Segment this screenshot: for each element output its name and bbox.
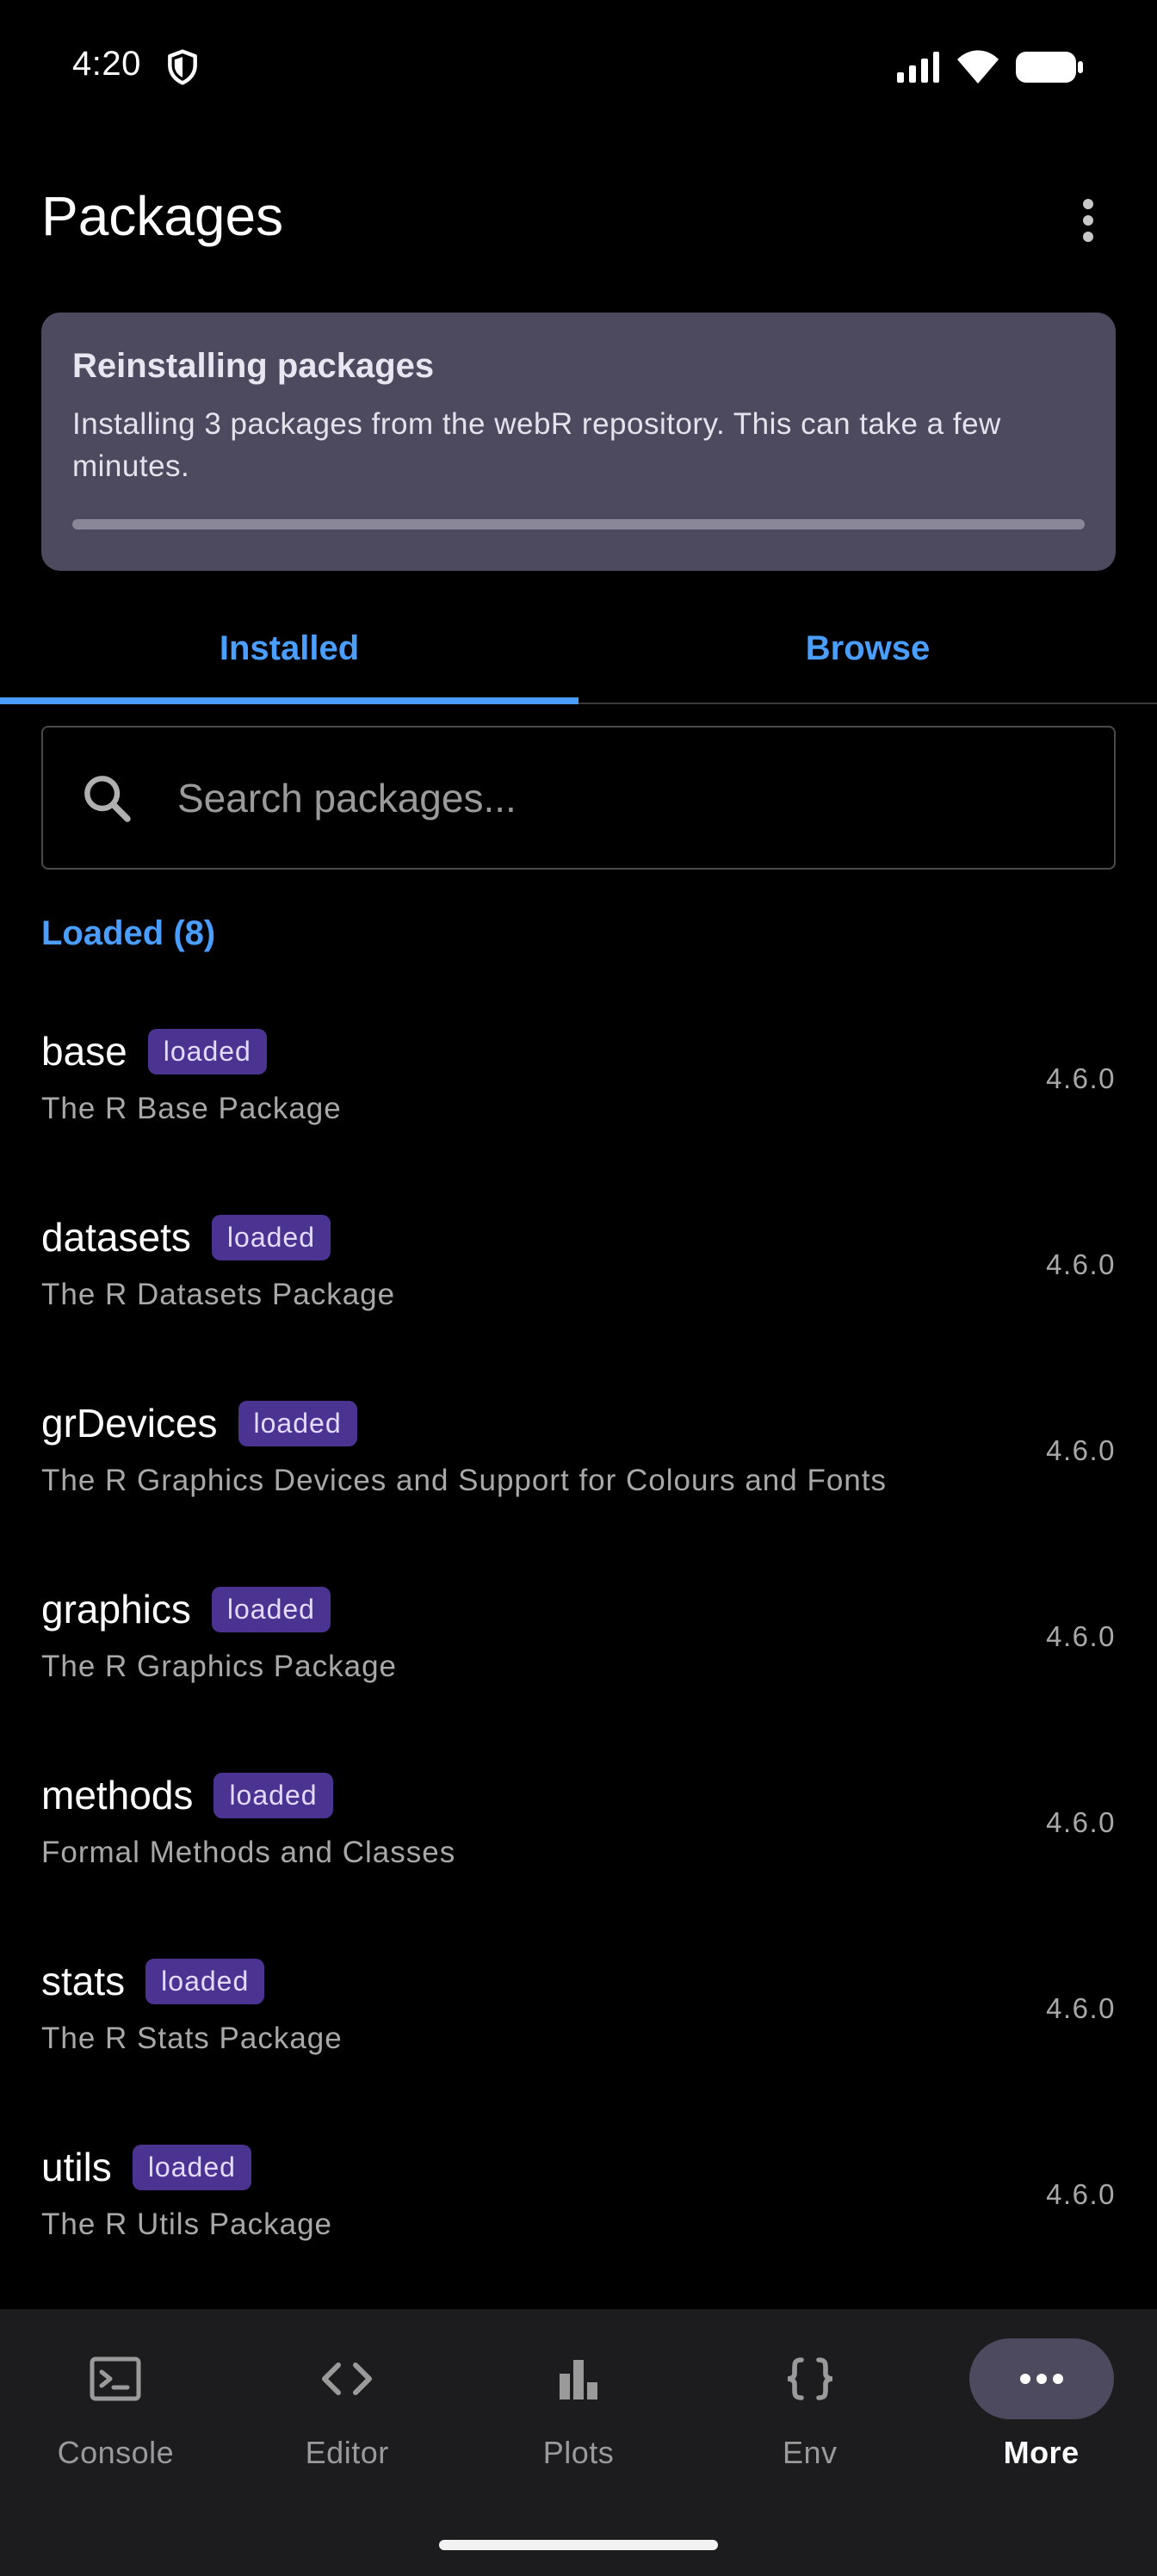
reinstall-progress-card: Reinstalling packages Installing 3 packa… [41,313,1116,571]
status-badge: loaded [211,1586,331,1632]
shield-icon [168,49,197,85]
package-row-base[interactable]: base loaded The R Base Package 4.6.0 [0,985,1157,1171]
package-description: The R Utils Package [41,2208,333,2241]
search-input[interactable] [177,728,1093,868]
card-title: Reinstalling packages [72,347,435,385]
package-name-line: stats loaded [41,1958,265,2004]
status-badge: loaded [213,1772,333,1818]
status-badge: loaded [132,2144,251,2190]
package-description: The R Graphics Package [41,1650,398,1683]
progress-fill [72,519,1085,529]
status-time: 4:20 [72,45,141,83]
tab-installed[interactable]: Installed [0,594,578,704]
status-badge: loaded [145,1958,265,2004]
package-name: stats [41,1959,126,2003]
progress-bar [72,519,1085,529]
search-icon [84,775,131,822]
package-name-line: grDevices loaded [41,1400,357,1446]
nav-label: More [1003,2435,1080,2470]
package-description: The R Base Package [41,1092,342,1125]
package-list: base loaded The R Base Package 4.6.0 dat… [0,985,1157,2287]
more-vertical-icon [1083,199,1093,242]
package-name-line: base loaded [41,1028,267,1074]
package-row-utils[interactable]: utils loaded The R Utils Package 4.6.0 [0,2101,1157,2287]
nav-label: Plots [542,2435,615,2470]
package-name: graphics [41,1587,191,1632]
signal-icon [897,52,939,83]
package-version: 4.6.0 [1046,1992,1116,2024]
page-title: Packages [41,185,284,247]
package-version: 4.6.0 [1046,2178,1116,2210]
tab-bar: Installed Browse [0,594,1157,704]
package-row-graphics[interactable]: graphics loaded The R Graphics Package 4… [0,1543,1157,1729]
nav-more[interactable]: More [925,2338,1157,2511]
status-badge: loaded [147,1028,267,1074]
package-row-grdevices[interactable]: grDevices loaded The R Graphics Devices … [0,1357,1157,1543]
tab-browse[interactable]: Browse [578,594,1157,703]
app-bar: Packages [0,169,1157,272]
package-description: The R Graphics Devices and Support for C… [41,1464,887,1497]
bar-chart-icon [559,2360,597,2400]
package-version: 4.6.0 [1046,1620,1116,1652]
braces-icon [787,2357,832,2400]
nav-console[interactable]: Console [0,2338,232,2511]
status-icons [895,48,1085,86]
nav-label: Env [783,2435,838,2470]
package-name-line: graphics loaded [41,1586,331,1632]
nav-label: Console [57,2435,175,2470]
package-description: Formal Methods and Classes [41,1836,456,1869]
package-version: 4.6.0 [1046,1806,1116,1838]
package-name: grDevices [41,1401,218,1446]
nav-label: Editor [305,2435,389,2470]
package-description: The R Datasets Package [41,1278,396,1311]
status-badge: loaded [238,1400,357,1446]
package-row-methods[interactable]: methods loaded Formal Methods and Classe… [0,1729,1157,1915]
package-name-line: methods loaded [41,1772,333,1818]
search-box[interactable] [41,726,1116,870]
battery-icon [1016,52,1083,83]
package-name: datasets [41,1215,191,1260]
package-row-datasets[interactable]: datasets loaded The R Datasets Package 4… [0,1171,1157,1357]
wifi-icon [957,50,999,84]
package-row-stats[interactable]: stats loaded The R Stats Package 4.6.0 [0,1915,1157,2101]
package-name: methods [41,1773,194,1817]
packages-screen: 4:20 Packages Reinstalling packages Inst… [0,0,1157,2576]
package-name: utils [41,2145,112,2189]
console-icon [90,2356,141,2401]
more-horizontal-icon [1019,2374,1063,2384]
package-description: The R Stats Package [41,2022,343,2055]
nav-editor[interactable]: Editor [232,2338,463,2511]
nav-env[interactable]: Env [694,2338,925,2511]
package-name-line: utils loaded [41,2144,251,2190]
card-body: Installing 3 packages from the webR repo… [72,407,1001,483]
code-icon [322,2362,373,2395]
status-badge: loaded [211,1214,331,1260]
home-indicator[interactable] [439,2540,718,2550]
package-name-line: datasets loaded [41,1214,331,1260]
bottom-navigation: Console Editor Plots Env More [0,2309,1157,2576]
package-name: base [41,1029,127,1074]
nav-plots[interactable]: Plots [463,2338,695,2511]
status-bar: 4:20 [0,0,1157,138]
package-version: 4.6.0 [1046,1248,1116,1280]
section-header-loaded: Loaded (8) [41,914,216,952]
overflow-menu-button[interactable] [1054,186,1123,255]
package-version: 4.6.0 [1046,1434,1116,1466]
package-version: 4.6.0 [1046,1062,1116,1094]
